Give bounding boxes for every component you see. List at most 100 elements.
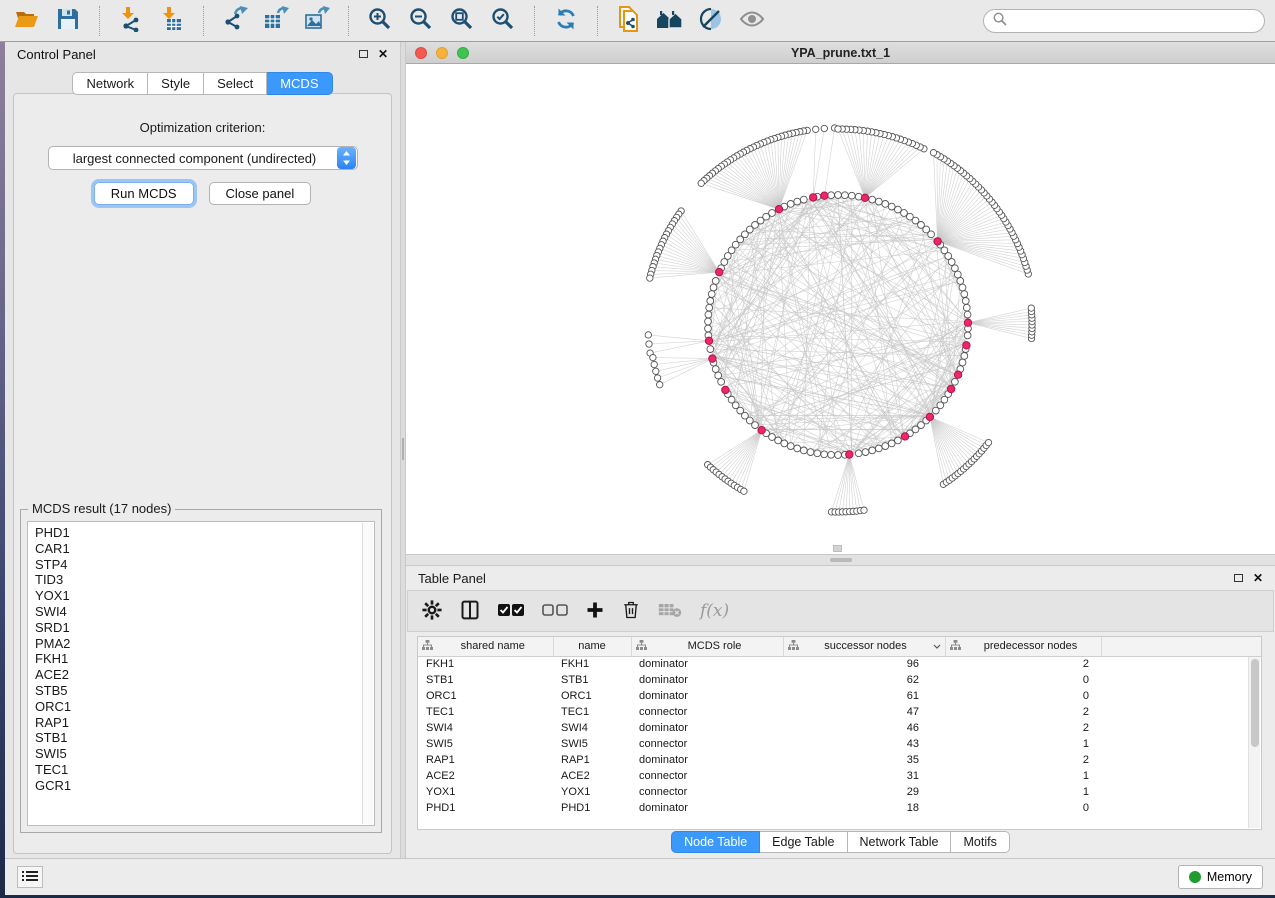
column-header-MCDS-role[interactable]: MCDS role	[631, 637, 783, 656]
column-header-name[interactable]: name	[553, 637, 631, 656]
export-image-button[interactable]	[300, 4, 334, 38]
table-cell[interactable]: 2	[945, 752, 1101, 768]
network-node[interactable]	[869, 447, 876, 454]
table-cell[interactable]: connector	[631, 736, 783, 752]
table-cell[interactable]: 96	[783, 656, 945, 672]
criterion-select[interactable]: largest connected component (undirected)	[48, 146, 358, 170]
mcds-result-item[interactable]: TEC1	[35, 762, 374, 778]
table-row[interactable]: PHD1PHD1dominator180	[418, 800, 1261, 816]
tab-style[interactable]: Style	[148, 72, 204, 95]
table-cell[interactable]: 0	[945, 688, 1101, 704]
network-leaf-node[interactable]	[813, 126, 819, 132]
delete-table-icon[interactable]	[658, 602, 682, 621]
network-node[interactable]	[721, 259, 728, 266]
network-node[interactable]	[707, 346, 714, 353]
mcds-result-item[interactable]: GCR1	[35, 778, 374, 794]
network-node[interactable]	[821, 451, 828, 458]
network-hub-node[interactable]	[775, 206, 782, 213]
network-node[interactable]	[787, 443, 794, 450]
clone-network-button[interactable]	[612, 4, 646, 38]
mcds-result-item[interactable]: SWI4	[35, 604, 374, 620]
network-hub-node[interactable]	[709, 355, 716, 362]
network-leaf-node[interactable]	[985, 439, 991, 445]
mcds-result-item[interactable]: FKH1	[35, 651, 374, 667]
table-cell[interactable]: PHD1	[418, 800, 553, 816]
table-cell[interactable]: ACE2	[418, 768, 553, 784]
zoom-in-button[interactable]	[363, 4, 397, 38]
network-leaf-node[interactable]	[651, 361, 657, 367]
mcds-result-item[interactable]: CAR1	[35, 541, 374, 557]
network-node[interactable]	[707, 298, 714, 305]
table-row[interactable]: YOX1YOX1connector291	[418, 784, 1261, 800]
network-node[interactable]	[862, 449, 869, 456]
table-cell[interactable]: RAP1	[553, 752, 631, 768]
select-all-icon[interactable]	[498, 603, 524, 620]
network-node[interactable]	[961, 291, 968, 298]
table-cell[interactable]: 2	[945, 656, 1101, 672]
table-cell[interactable]: connector	[631, 704, 783, 720]
table-cell[interactable]: 62	[783, 672, 945, 688]
network-node[interactable]	[952, 378, 959, 385]
network-node[interactable]	[964, 332, 971, 339]
network-node[interactable]	[828, 451, 835, 458]
network-leaf-node[interactable]	[698, 180, 704, 186]
export-table-button[interactable]	[259, 4, 293, 38]
network-node[interactable]	[882, 443, 889, 450]
eye-button[interactable]	[735, 4, 769, 38]
network-graph[interactable]	[406, 64, 1275, 554]
network-node[interactable]	[712, 278, 719, 285]
network-leaf-node[interactable]	[657, 382, 663, 388]
network-node[interactable]	[800, 196, 807, 203]
network-node[interactable]	[952, 265, 959, 272]
network-node[interactable]	[855, 450, 862, 457]
tab-edge-table[interactable]: Edge Table	[760, 831, 847, 853]
mcds-result-item[interactable]: STB5	[35, 683, 374, 699]
table-cell[interactable]: 1	[945, 768, 1101, 784]
network-hub-node[interactable]	[901, 433, 908, 440]
network-leaf-node[interactable]	[646, 341, 652, 347]
table-cell[interactable]: STB1	[418, 672, 553, 688]
network-node[interactable]	[705, 325, 712, 332]
table-cell[interactable]: STB1	[553, 672, 631, 688]
table-cell[interactable]: ACE2	[553, 768, 631, 784]
network-node[interactable]	[781, 440, 788, 447]
task-history-button[interactable]	[17, 866, 43, 888]
table-cell[interactable]: TEC1	[553, 704, 631, 720]
network-leaf-node[interactable]	[647, 275, 653, 281]
network-node[interactable]	[775, 437, 782, 444]
network-node[interactable]	[961, 353, 968, 360]
table-cell[interactable]: 43	[783, 736, 945, 752]
network-node[interactable]	[807, 449, 814, 456]
network-leaf-node[interactable]	[653, 368, 659, 374]
network-node[interactable]	[882, 201, 889, 208]
memory-button[interactable]: Memory	[1178, 865, 1263, 889]
column-header-predecessor-nodes[interactable]: predecessor nodes	[945, 637, 1101, 656]
tab-node-table[interactable]: Node Table	[671, 831, 760, 853]
network-hub-node[interactable]	[954, 371, 961, 378]
import-network-button[interactable]	[114, 4, 148, 38]
network-hub-node[interactable]	[947, 385, 954, 392]
network-node[interactable]	[848, 192, 855, 199]
network-node[interactable]	[875, 445, 882, 452]
table-cell[interactable]: dominator	[631, 656, 783, 672]
close-panel-icon[interactable]: ✕	[1253, 572, 1263, 584]
network-hub-node[interactable]	[963, 342, 970, 349]
table-cell[interactable]: 2	[945, 704, 1101, 720]
network-hub-node[interactable]	[846, 451, 853, 458]
mcds-result-item[interactable]: SWI5	[35, 746, 374, 762]
refresh-layout-button[interactable]	[549, 4, 583, 38]
network-node[interactable]	[964, 311, 971, 318]
table-cell[interactable]: dominator	[631, 800, 783, 816]
network-node[interactable]	[959, 284, 966, 291]
zoom-selected-button[interactable]	[486, 4, 520, 38]
network-node[interactable]	[752, 422, 759, 429]
network-node[interactable]	[963, 304, 970, 311]
network-hub-node[interactable]	[810, 194, 817, 201]
table-cell[interactable]: connector	[631, 784, 783, 800]
sort-chevron-icon[interactable]	[933, 640, 941, 652]
save-session-button[interactable]	[51, 4, 85, 38]
table-cell[interactable]: 2	[945, 720, 1101, 736]
tab-network-table[interactable]: Network Table	[848, 831, 952, 853]
mcds-result-item[interactable]: PHD1	[35, 525, 374, 541]
network-node[interactable]	[814, 450, 821, 457]
